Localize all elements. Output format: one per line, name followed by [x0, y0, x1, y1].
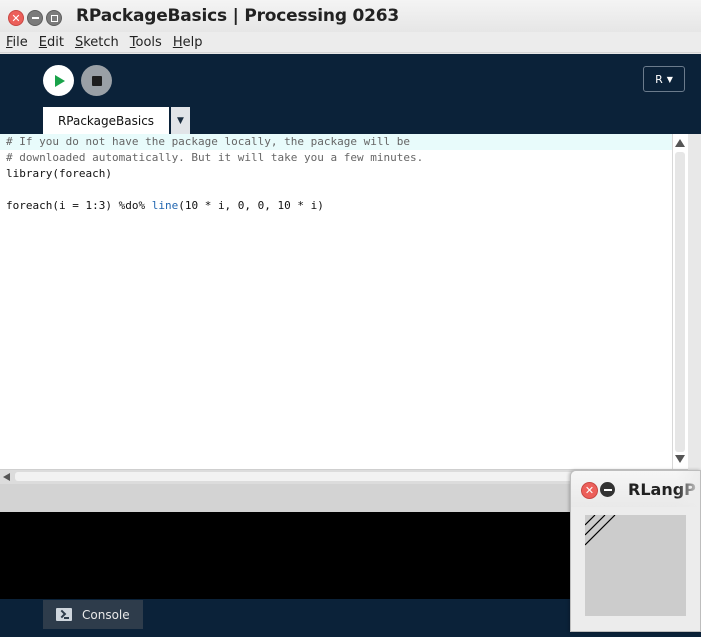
chevron-down-icon: ▼: [177, 115, 184, 126]
menu-file[interactable]: File: [4, 35, 30, 50]
code-line-2: # downloaded automatically. But it will …: [6, 151, 424, 164]
stop-icon: [91, 75, 102, 86]
play-icon: [54, 74, 65, 87]
menu-help[interactable]: Help: [171, 35, 205, 50]
sketch-toolbar: R ▼ RPackageBasics ▼: [0, 54, 701, 134]
scroll-down-arrow-icon[interactable]: [675, 455, 685, 463]
close-icon: ✕: [584, 484, 595, 497]
tab-rpackagebasics[interactable]: RPackageBasics: [43, 107, 169, 134]
window-close-button[interactable]: ✕: [8, 10, 24, 26]
menu-edit[interactable]: Edit: [37, 35, 66, 50]
menu-sketch-accel: S: [74, 34, 84, 50]
title-fade: [676, 471, 700, 507]
menu-sketch[interactable]: Sketch: [73, 35, 121, 50]
code-token: foreach(i = 1:3) %do%: [6, 199, 152, 212]
window-titlebar: ✕ RPackageBasics | Processing 0263: [0, 0, 701, 33]
window-title: RPackageBasics | Processing 0263: [76, 6, 400, 26]
menu-edit-label: dit: [47, 34, 64, 50]
sketch-canvas: [584, 514, 686, 616]
menu-file-label: ile: [12, 34, 28, 50]
sketch-line-2: [584, 514, 606, 536]
tab-menu-button[interactable]: ▼: [171, 107, 190, 134]
stop-button[interactable]: [81, 65, 112, 96]
minimize-icon: [31, 17, 39, 19]
menu-bar: File Edit Sketch Tools Help: [0, 32, 701, 53]
window-minimize-button[interactable]: [27, 10, 43, 26]
code-line-1: # If you do not have the package locally…: [0, 134, 672, 150]
menu-help-accel: H: [172, 34, 183, 50]
run-button[interactable]: [43, 65, 74, 96]
console-tab[interactable]: Console: [43, 600, 143, 629]
menu-tools[interactable]: Tools: [128, 35, 164, 50]
maximize-icon: [50, 14, 58, 22]
sketch-line-1: [584, 514, 596, 526]
menu-tools-label: ools: [135, 34, 162, 50]
code-keyword: line: [151, 199, 179, 212]
menu-edit-accel: E: [38, 34, 47, 50]
terminal-icon: [56, 608, 72, 621]
mode-label: R: [655, 72, 663, 86]
console-tab-label: Console: [82, 607, 130, 622]
menu-help-label: elp: [182, 34, 203, 50]
code-token: (10 * i, 0, 0, 10 * i): [178, 199, 324, 212]
code-line-5: foreach(i = 1:3) %do% line(10 * i, 0, 0,…: [0, 198, 672, 214]
scroll-up-arrow-icon[interactable]: [675, 139, 685, 147]
sketch-window-titlebar: ✕ RLangP: [571, 471, 700, 507]
mode-selector[interactable]: R ▼: [643, 66, 685, 92]
sketch-output-window: ✕ RLangP: [570, 470, 701, 632]
chevron-down-icon: ▼: [666, 74, 673, 84]
minimize-icon: [603, 488, 612, 491]
vertical-scroll-thumb[interactable]: [675, 152, 685, 452]
code-line-3: library(foreach): [6, 167, 112, 180]
close-icon: ✕: [11, 11, 21, 25]
scroll-left-arrow-icon[interactable]: [3, 473, 10, 481]
sketch-close-button[interactable]: ✕: [581, 482, 598, 499]
sketch-minimize-button[interactable]: [600, 482, 615, 497]
sketch-drawing: [584, 514, 616, 546]
editor-vertical-scrollbar[interactable]: [672, 134, 688, 469]
menu-sketch-label: ketch: [83, 34, 119, 50]
window-maximize-button[interactable]: [46, 10, 62, 26]
code-editor[interactable]: # If you do not have the package locally…: [0, 134, 672, 469]
